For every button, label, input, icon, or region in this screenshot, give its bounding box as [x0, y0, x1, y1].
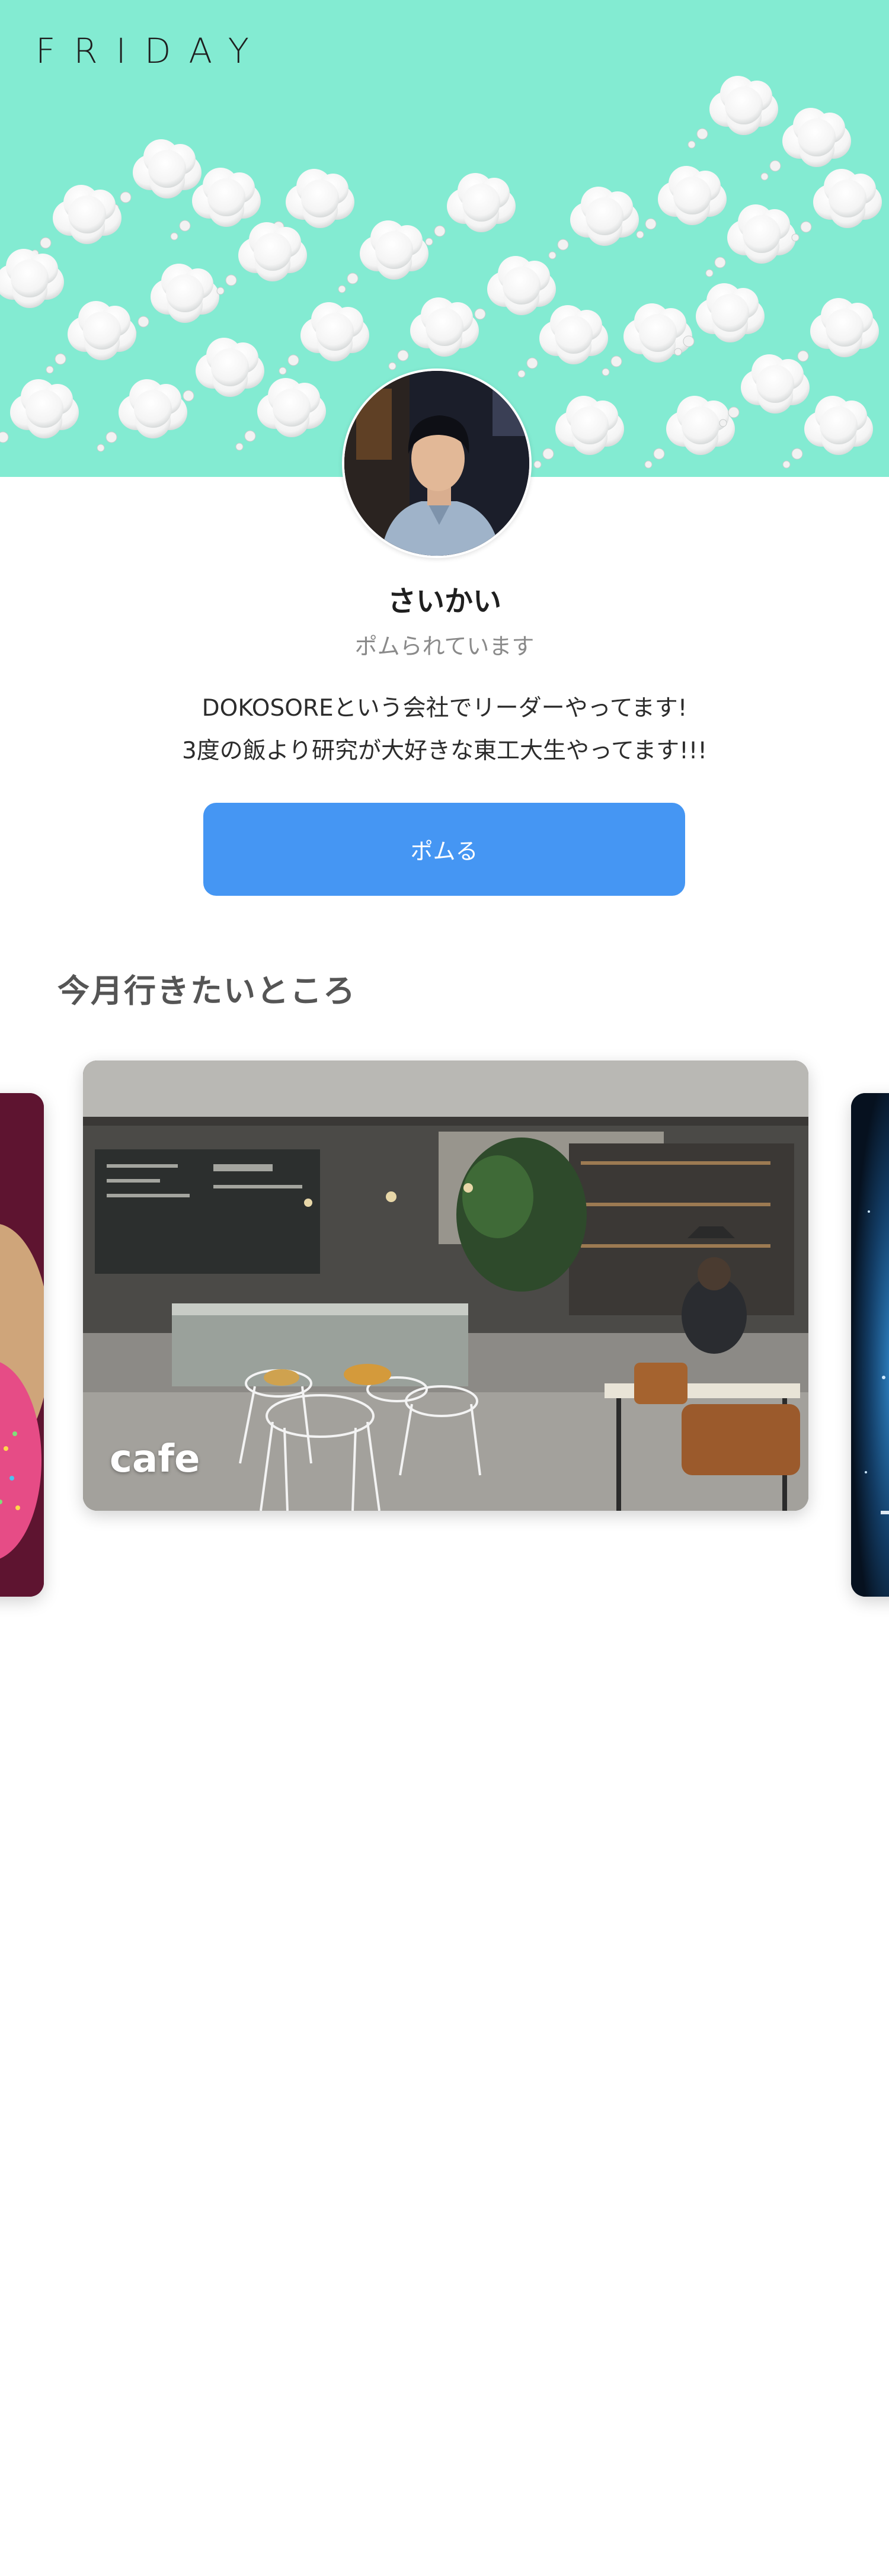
bio-line-1: DOKOSOREという会社でリーダーやってます! — [202, 695, 687, 722]
carousel-card-prev[interactable] — [0, 1093, 44, 1597]
bio-line-2: 3度の飯より研究が大好きな東工大生やってます!!! — [181, 738, 708, 764]
avatar[interactable] — [342, 369, 532, 558]
profile-name: さいかい — [387, 585, 501, 618]
carousel-card-next[interactable] — [851, 1093, 889, 1597]
night-sky-photo-icon — [851, 1093, 889, 1597]
card-label-cafe: cafe — [110, 1437, 200, 1481]
profile-status: ポムられています — [354, 633, 535, 659]
pomu-button[interactable]: ポムる — [203, 803, 685, 896]
carousel-card-cafe[interactable]: cafe — [83, 1060, 808, 1511]
profile-bio: DOKOSOREという会社でリーダーやってます! 3度の飯より研究が大好きな東工… — [0, 687, 889, 773]
donut-sprinkles-photo-icon — [0, 1093, 44, 1597]
person-photo-icon — [344, 371, 529, 556]
app-logo[interactable]: FRIDAY — [36, 31, 267, 71]
section-title: 今月行きたいところ — [57, 972, 356, 1010]
